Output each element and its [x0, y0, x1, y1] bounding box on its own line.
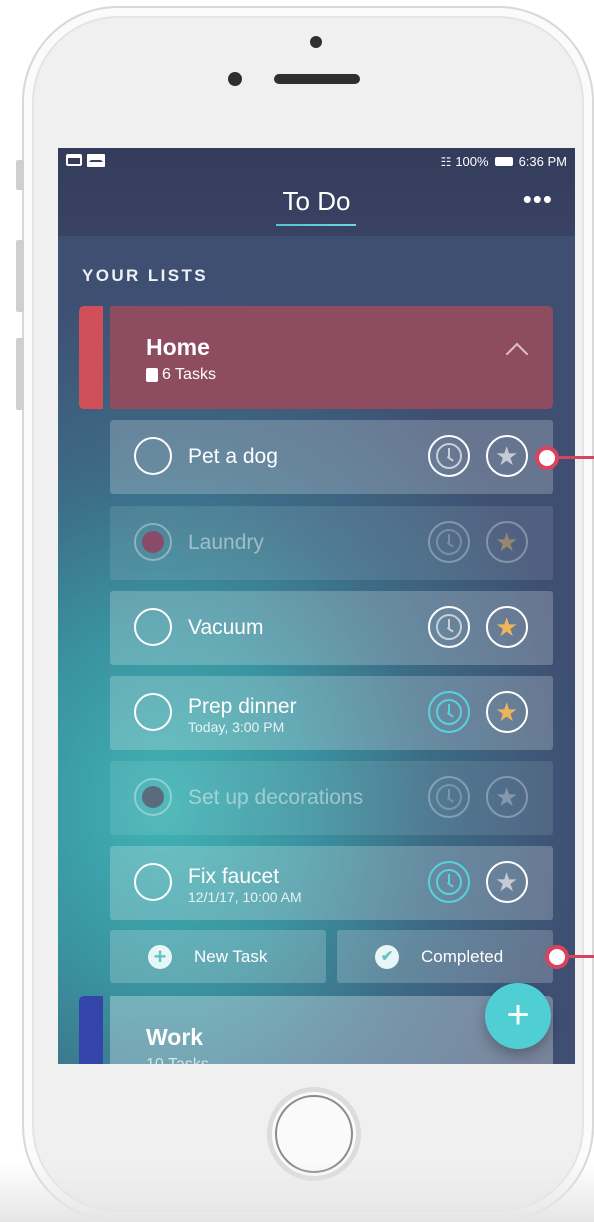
plus-icon: +: [148, 944, 172, 969]
section-title: YOUR LISTS: [82, 266, 209, 285]
page-title: To Do: [282, 186, 351, 216]
task-row[interactable]: Fix faucet 12/1/17, 10:00 AM ★: [110, 846, 553, 920]
calendar-icon: [66, 154, 82, 166]
earpiece-speaker: [274, 74, 360, 84]
task-row[interactable]: Laundry ★: [110, 506, 553, 580]
task-row[interactable]: Vacuum ★: [110, 591, 553, 665]
clipboard-icon: [146, 368, 158, 382]
task-checkbox[interactable]: [134, 523, 172, 561]
task-checkbox[interactable]: [134, 863, 172, 901]
star-icon: ★: [495, 867, 519, 897]
task-checkbox[interactable]: [134, 693, 172, 731]
list-name: Work: [146, 1024, 204, 1050]
battery-icon: [494, 157, 513, 166]
status-time: 6:36 PM: [518, 154, 567, 169]
task-row[interactable]: Set up decorations ★: [110, 761, 553, 835]
chevron-up-icon[interactable]: [505, 342, 529, 366]
reminder-button[interactable]: [428, 776, 470, 818]
star-button[interactable]: ★: [486, 606, 528, 648]
list-name: Home: [146, 334, 210, 360]
add-fab-button[interactable]: +: [485, 983, 551, 1049]
reminder-button[interactable]: [428, 606, 470, 648]
reminder-button[interactable]: [428, 691, 470, 733]
list-color-accent: [79, 306, 103, 409]
star-icon: ★: [495, 782, 519, 812]
star-icon: ★: [495, 612, 519, 642]
mute-switch: [16, 160, 24, 190]
task-title: Laundry: [188, 531, 264, 554]
star-button[interactable]: ★: [486, 435, 528, 477]
top-bar: ☷ 100% 6:36 PM To Do •••: [58, 148, 575, 236]
list-header-home[interactable]: Home 6 Tasks: [110, 306, 553, 409]
new-task-label: New Task: [194, 946, 268, 966]
task-title: Vacuum: [188, 616, 264, 639]
star-icon: ★: [495, 527, 519, 557]
title-underline: [276, 224, 356, 226]
front-camera: [228, 72, 242, 86]
star-icon: ★: [495, 441, 519, 471]
status-bar: ☷ 100% 6:36 PM: [58, 152, 575, 174]
list-color-accent: [79, 996, 103, 1064]
volume-up-button: [16, 240, 24, 312]
list-count-label: 10 Tasks: [146, 1056, 209, 1064]
clock-icon: [436, 699, 462, 725]
star-button[interactable]: ★: [486, 691, 528, 733]
task-title: Fix faucet: [188, 865, 280, 888]
star-button[interactable]: ★: [486, 861, 528, 903]
clock-icon: [436, 869, 462, 895]
list-task-count: 6 Tasks: [146, 366, 216, 384]
battery-percent: 100%: [455, 154, 489, 169]
clock-icon: [436, 784, 462, 810]
star-button[interactable]: ★: [486, 776, 528, 818]
callout-marker: [535, 446, 559, 470]
star-icon: ★: [495, 697, 519, 727]
task-due-date: Today, 3:00 PM: [188, 719, 285, 735]
task-row[interactable]: Prep dinner Today, 3:00 PM ★: [110, 676, 553, 750]
clock-icon: [436, 614, 462, 640]
new-task-button[interactable]: + New Task: [110, 930, 326, 983]
star-button[interactable]: ★: [486, 521, 528, 563]
wifi-signal-icon: ☷: [440, 154, 452, 169]
reminder-button[interactable]: [428, 861, 470, 903]
clock-icon: [436, 529, 462, 555]
completed-button[interactable]: ✔ Completed: [337, 930, 553, 983]
mail-icon: [87, 154, 105, 167]
list-count-label: 6 Tasks: [162, 366, 216, 383]
task-title: Pet a dog: [188, 445, 278, 468]
more-options-icon[interactable]: •••: [523, 184, 553, 215]
task-title: Prep dinner: [188, 695, 297, 718]
callout-line: [569, 955, 594, 958]
proximity-sensor: [310, 36, 322, 48]
reminder-button[interactable]: [428, 521, 470, 563]
task-checkbox[interactable]: [134, 437, 172, 475]
clock-icon: [436, 443, 462, 469]
phone-bottom-shadow: [0, 1162, 594, 1222]
reminder-button[interactable]: [428, 435, 470, 477]
callout-line: [559, 456, 594, 459]
task-due-date: 12/1/17, 10:00 AM: [188, 889, 302, 905]
volume-down-button: [16, 338, 24, 410]
task-title: Set up decorations: [188, 786, 364, 809]
task-row[interactable]: Pet a dog ★: [110, 420, 553, 494]
completed-label: Completed: [421, 946, 504, 966]
checkmark-icon: ✔: [375, 944, 399, 969]
callout-marker: [545, 945, 569, 969]
app-screen: ☷ 100% 6:36 PM To Do ••• YOUR LISTS Home…: [58, 148, 575, 1064]
task-checkbox[interactable]: [134, 778, 172, 816]
task-checkbox[interactable]: [134, 608, 172, 646]
